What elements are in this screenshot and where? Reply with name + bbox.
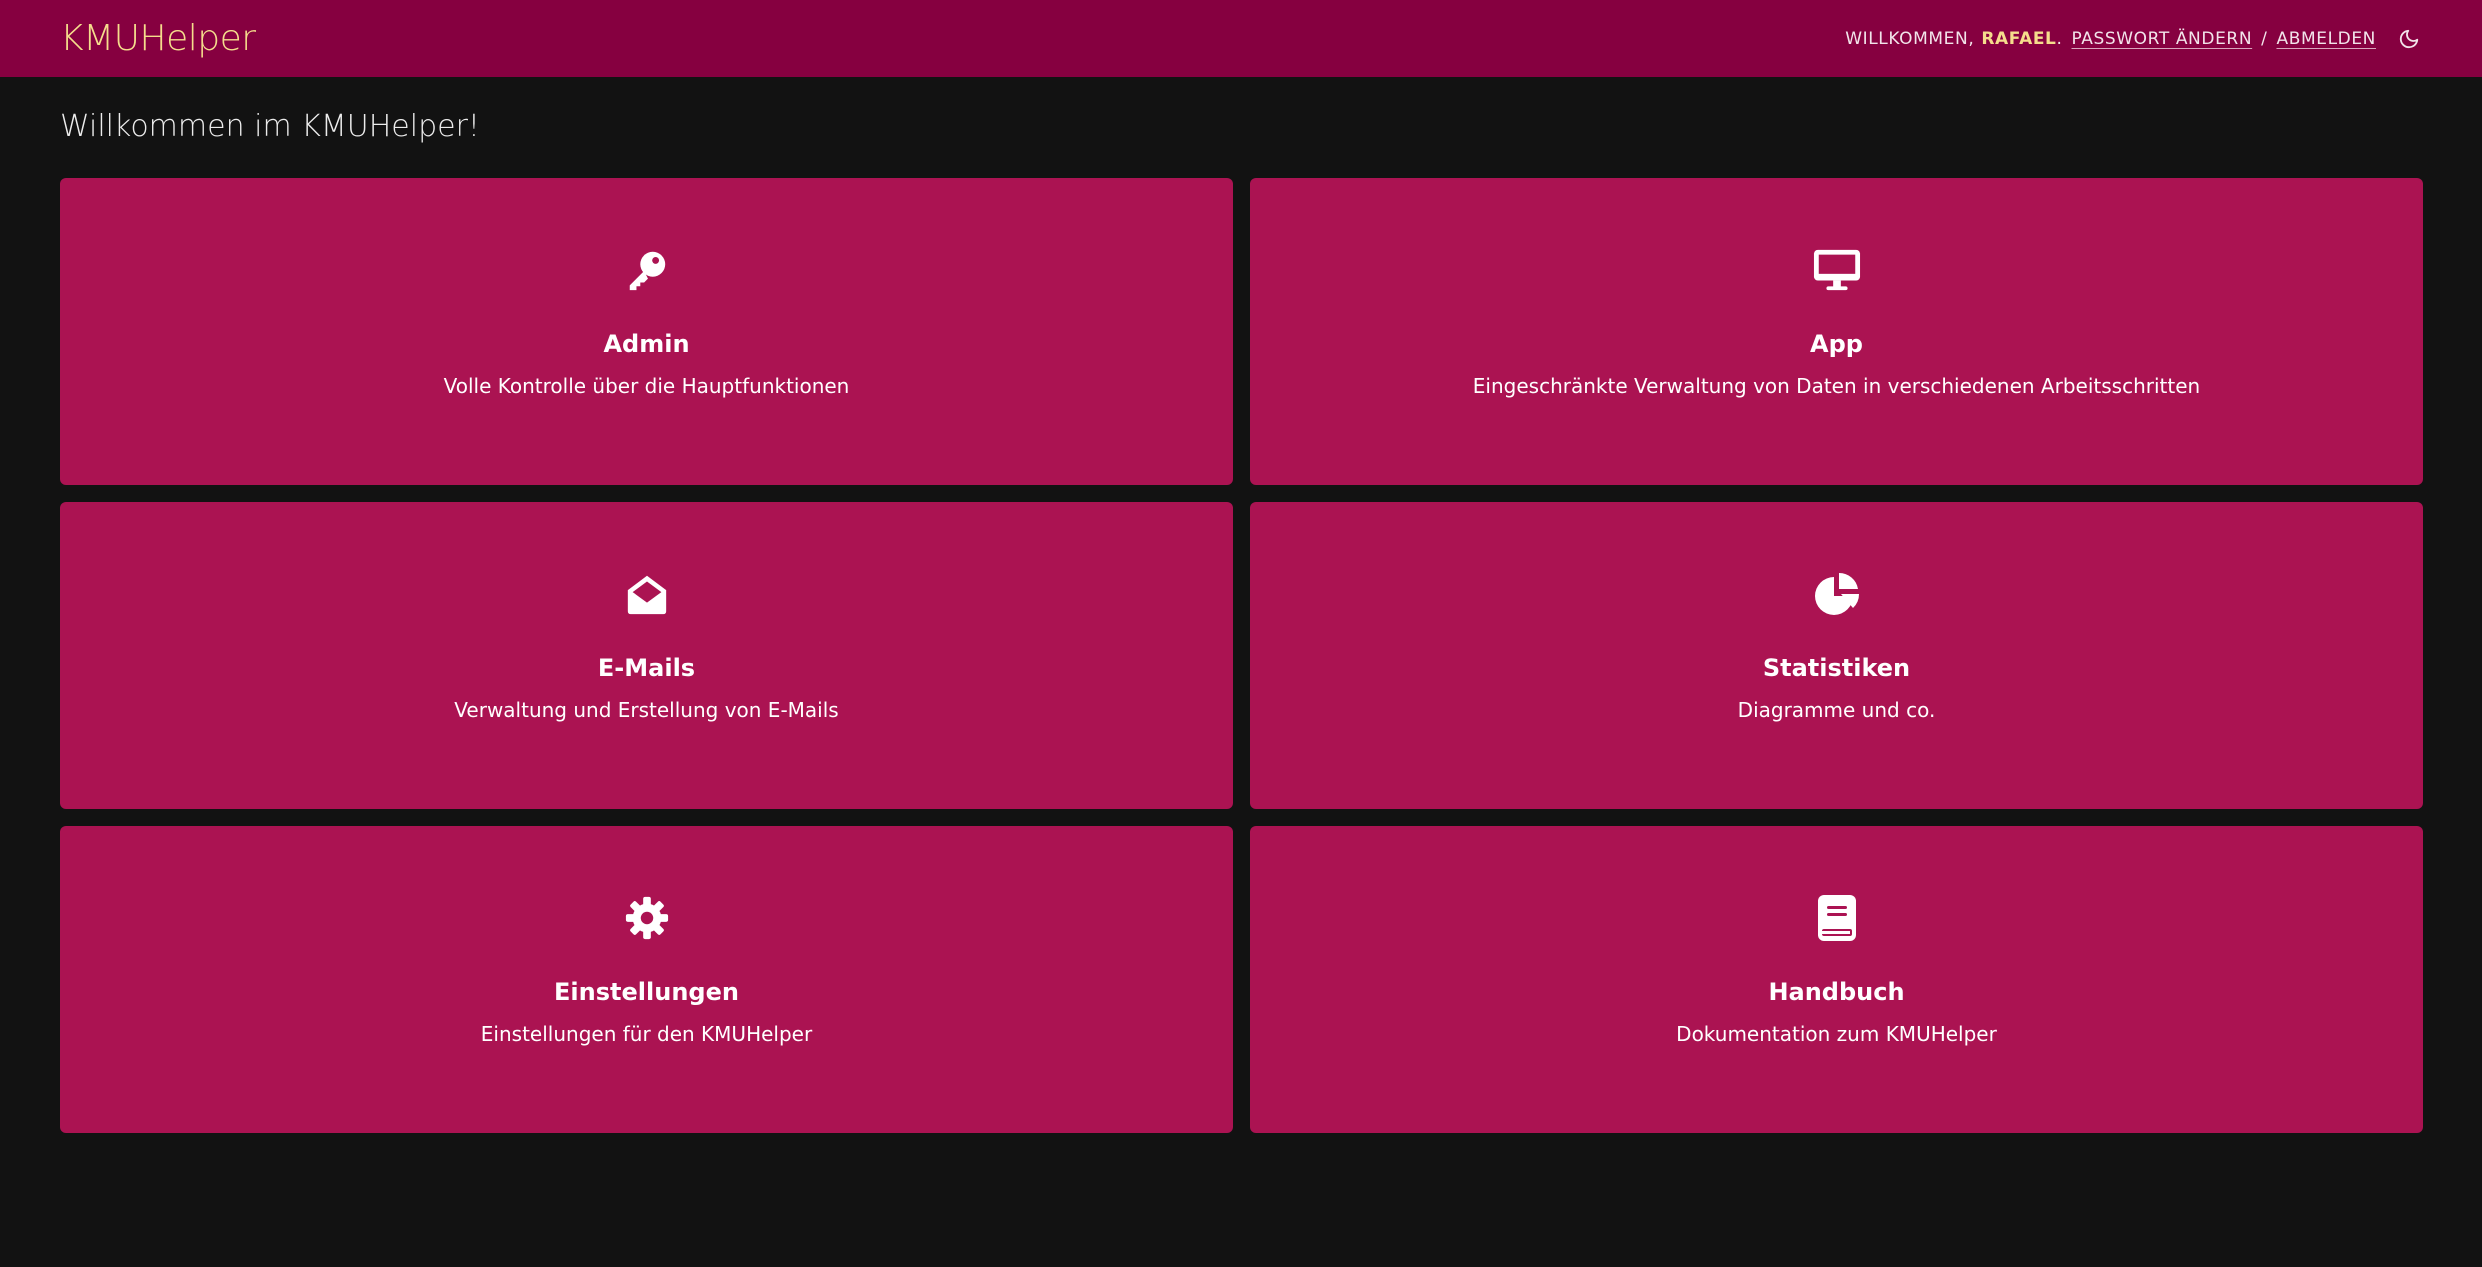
brand-logo[interactable]: KMUHelper [60,18,256,59]
card-description: Einstellungen für den KMUHelper [480,1022,813,1046]
moon-icon[interactable] [2396,26,2422,52]
book-icon [1813,894,1861,942]
welcome-text: Willkommen, [1845,28,1975,49]
key-icon [623,246,671,294]
card-title: Handbuch [1768,978,1905,1006]
card-statistiken[interactable]: Statistiken Diagramme und co. [1250,502,2423,809]
card-title: Einstellungen [554,978,739,1006]
envelope-open-icon [623,570,671,618]
card-description: Diagramme und co. [1737,698,1936,722]
card-title: E-Mails [597,654,696,682]
user-tools: Willkommen, Rafael. Passwort ändern / Ab… [1845,26,2422,52]
card-description: Verwaltung und Erstellung von E-Mails [454,698,839,722]
card-title: Admin [603,330,690,358]
card-einstellungen[interactable]: Einstellungen Einstellungen für den KMUH… [60,826,1233,1133]
card-description: Volle Kontrolle über die Hauptfunktionen [443,374,850,398]
card-handbuch[interactable]: Handbuch Dokumentation zum KMUHelper [1250,826,2423,1133]
desktop-icon [1813,246,1861,294]
card-description: Eingeschränkte Verwaltung von Daten in v… [1472,374,2201,398]
username: Rafael [1981,28,2057,49]
pie-chart-icon [1813,570,1861,618]
card-title: App [1810,330,1863,358]
page-title: Willkommen im KMUHelper! [60,109,480,144]
change-password-link[interactable]: Passwort ändern [2072,29,2253,49]
top-header: KMUHelper Willkommen, Rafael. Passwort ä… [0,0,2482,77]
card-title: Statistiken [1762,654,1911,682]
card-description: Dokumentation zum KMUHelper [1676,1022,1997,1046]
separator: / [2261,28,2268,49]
card-admin[interactable]: Admin Volle Kontrolle über die Hauptfunk… [60,178,1233,485]
card-emails[interactable]: E-Mails Verwaltung und Erstellung von E-… [60,502,1233,809]
card-app[interactable]: App Eingeschränkte Verwaltung von Daten … [1250,178,2423,485]
app-card-grid: Admin Volle Kontrolle über die Hauptfunk… [60,178,2423,1133]
logout-link[interactable]: Abmelden [2276,29,2376,49]
gear-icon [623,894,671,942]
